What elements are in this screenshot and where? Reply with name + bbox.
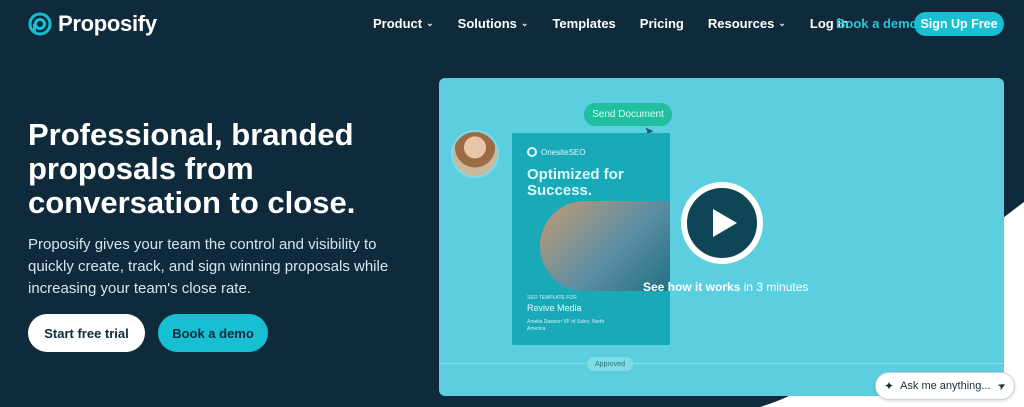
brand-logo[interactable]: Proposify <box>28 11 157 37</box>
video-caption-rest: in 3 minutes <box>743 280 809 294</box>
nav-product-label: Product <box>373 16 423 31</box>
play-icon <box>712 209 737 237</box>
send-document-badge: Send Document <box>584 103 672 126</box>
doc-brand: OnesiteSEO <box>527 147 585 157</box>
sign-up-button[interactable]: Sign Up Free <box>914 12 1004 36</box>
nav-solutions-label: Solutions <box>457 16 517 31</box>
doc-photo <box>540 201 670 291</box>
proposify-logo-icon <box>28 12 52 36</box>
play-button[interactable] <box>681 182 763 264</box>
nav-pricing-label: Pricing <box>639 16 684 31</box>
video-caption: See how it works in 3 minutes <box>643 280 808 294</box>
doc-brand-label: OnesiteSEO <box>541 147 586 157</box>
nav-templates-label: Templates <box>552 16 616 31</box>
nav-resources[interactable]: Resources ⌄ <box>708 16 786 31</box>
doc-template-label: SEO TEMPLATE FOR <box>527 295 577 301</box>
hero-title: Professional, branded proposals from con… <box>28 117 356 221</box>
ask-ai-chat-widget[interactable]: ✦ Ask me anything... ➤ <box>875 372 1015 400</box>
book-demo-link[interactable]: Book a demo <box>836 16 918 31</box>
chevron-down-icon: ⌄ <box>778 18 786 28</box>
product-video[interactable]: Send Document ➤ OnesiteSEO Optimized for… <box>439 78 1004 396</box>
doc-client-name: Revive Media <box>527 303 582 313</box>
doc-title: Optimized for Success. <box>527 166 624 199</box>
nav-resources-label: Resources <box>707 16 775 31</box>
doc-contact: Amelia Dawson VP of Sales, North America <box>527 319 605 332</box>
timeline-line <box>439 363 1004 364</box>
book-demo-button[interactable]: Book a demo <box>158 314 268 352</box>
video-caption-strong: See how it works <box>643 280 741 294</box>
chevron-down-icon: ⌄ <box>426 18 434 28</box>
approved-badge: Approved <box>587 357 633 371</box>
chevron-down-icon: ⌄ <box>520 18 529 28</box>
main-menu: Product ⌄ Solutions ⌄ Templates Pricing … <box>373 16 873 31</box>
nav-templates[interactable]: Templates <box>552 16 615 31</box>
nav-product[interactable]: Product ⌄ <box>373 16 434 31</box>
nav-solutions[interactable]: Solutions ⌄ <box>458 16 529 31</box>
start-free-trial-button[interactable]: Start free trial <box>28 314 145 352</box>
brand-name: Proposify <box>58 11 157 36</box>
top-nav: Proposify Product ⌄ Solutions ⌄ Template… <box>0 0 1024 48</box>
search-icon <box>527 147 537 157</box>
chat-input-placeholder[interactable]: Ask me anything... <box>900 380 998 392</box>
nav-pricing[interactable]: Pricing <box>640 16 684 31</box>
sparkle-icon: ✦ <box>884 379 895 393</box>
avatar <box>451 130 499 178</box>
proposal-document-preview: OnesiteSEO Optimized for Success. SEO TE… <box>512 133 670 345</box>
hero-subtitle: Proposify gives your team the control an… <box>28 236 389 297</box>
